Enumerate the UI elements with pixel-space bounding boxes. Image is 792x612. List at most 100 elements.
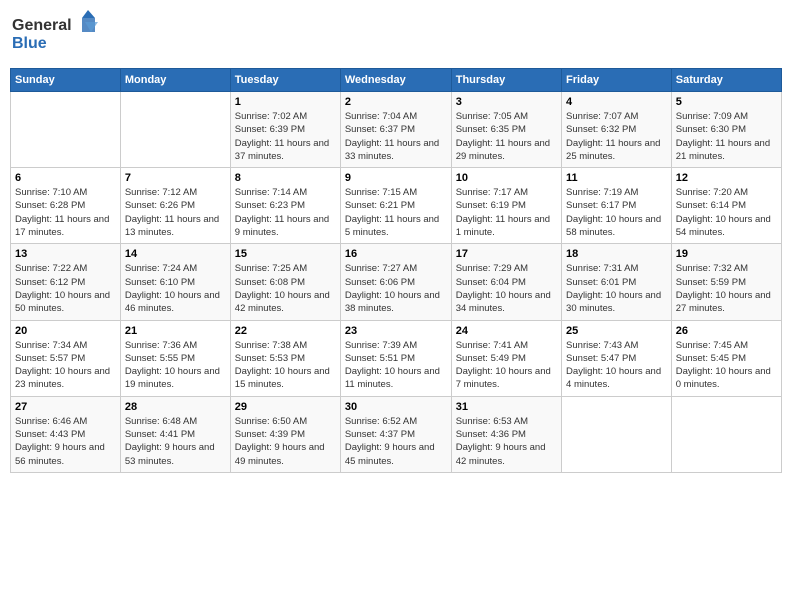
day-number: 12 bbox=[676, 172, 777, 184]
cell-week2-day4: 10 Sunrise: 7:17 AM Sunset: 6:19 PM Dayli… bbox=[451, 168, 561, 244]
day-number: 21 bbox=[125, 325, 226, 337]
day-number: 18 bbox=[566, 248, 667, 260]
day-info: Sunrise: 6:48 AM Sunset: 4:41 PM Dayligh… bbox=[125, 415, 226, 468]
day-info: Sunrise: 6:46 AM Sunset: 4:43 PM Dayligh… bbox=[15, 415, 116, 468]
cell-week4-day6: 26 Sunrise: 7:45 AM Sunset: 5:45 PM Dayli… bbox=[671, 320, 781, 396]
day-number: 14 bbox=[125, 248, 226, 260]
week-row-3: 13 Sunrise: 7:22 AM Sunset: 6:12 PM Dayli… bbox=[11, 244, 782, 320]
cell-week2-day5: 11 Sunrise: 7:19 AM Sunset: 6:17 PM Dayli… bbox=[562, 168, 672, 244]
day-info: Sunrise: 7:20 AM Sunset: 6:14 PM Dayligh… bbox=[676, 186, 777, 239]
day-number: 23 bbox=[345, 325, 447, 337]
day-info: Sunrise: 7:17 AM Sunset: 6:19 PM Dayligh… bbox=[456, 186, 557, 239]
day-number: 24 bbox=[456, 325, 557, 337]
cell-week4-day5: 25 Sunrise: 7:43 AM Sunset: 5:47 PM Dayli… bbox=[562, 320, 672, 396]
day-number: 11 bbox=[566, 172, 667, 184]
header-friday: Friday bbox=[562, 69, 672, 92]
day-number: 29 bbox=[235, 401, 336, 413]
cell-week1-day3: 2Sunrise: 7:04 AM Sunset: 6:37 PM Daylig… bbox=[340, 92, 451, 168]
cell-week4-day3: 23Sunrise: 7:39 AM Sunset: 5:51 PM Dayli… bbox=[340, 320, 451, 396]
day-number: 10 bbox=[456, 172, 557, 184]
day-info: Sunrise: 7:22 AM Sunset: 6:12 PM Dayligh… bbox=[15, 262, 116, 315]
day-info: Sunrise: 7:43 AM Sunset: 5:47 PM Dayligh… bbox=[566, 339, 667, 392]
day-info: Sunrise: 7:29 AM Sunset: 6:04 PM Dayligh… bbox=[456, 262, 557, 315]
calendar-table: SundayMondayTuesdayWednesdayThursdayFrid… bbox=[10, 68, 782, 473]
day-info: Sunrise: 6:50 AM Sunset: 4:39 PM Dayligh… bbox=[235, 415, 336, 468]
cell-week3-day2: 15 Sunrise: 7:25 AM Sunset: 6:08 PM Dayli… bbox=[230, 244, 340, 320]
cell-week5-day3: 30 Sunrise: 6:52 AM Sunset: 4:37 PM Dayli… bbox=[340, 396, 451, 472]
cell-week5-day5 bbox=[562, 396, 672, 472]
header-monday: Monday bbox=[120, 69, 230, 92]
day-number: 9 bbox=[345, 172, 447, 184]
day-number: 28 bbox=[125, 401, 226, 413]
day-info: Sunrise: 7:38 AM Sunset: 5:53 PM Dayligh… bbox=[235, 339, 336, 392]
header-sunday: Sunday bbox=[11, 69, 121, 92]
day-number: 4 bbox=[566, 96, 667, 108]
day-info: Sunrise: 7:02 AM Sunset: 6:39 PM Dayligh… bbox=[235, 110, 336, 163]
cell-week5-day2: 29 Sunrise: 6:50 AM Sunset: 4:39 PM Dayli… bbox=[230, 396, 340, 472]
day-number: 27 bbox=[15, 401, 116, 413]
cell-week5-day0: 27 Sunrise: 6:46 AM Sunset: 4:43 PM Dayli… bbox=[11, 396, 121, 472]
cell-week2-day0: 6Sunrise: 7:10 AM Sunset: 6:28 PM Daylig… bbox=[11, 168, 121, 244]
cell-week3-day0: 13 Sunrise: 7:22 AM Sunset: 6:12 PM Dayli… bbox=[11, 244, 121, 320]
day-info: Sunrise: 7:24 AM Sunset: 6:10 PM Dayligh… bbox=[125, 262, 226, 315]
day-info: Sunrise: 7:32 AM Sunset: 5:59 PM Dayligh… bbox=[676, 262, 777, 315]
day-number: 1 bbox=[235, 96, 336, 108]
day-info: Sunrise: 7:25 AM Sunset: 6:08 PM Dayligh… bbox=[235, 262, 336, 315]
cell-week1-day0 bbox=[11, 92, 121, 168]
day-number: 30 bbox=[345, 401, 447, 413]
cell-week5-day1: 28 Sunrise: 6:48 AM Sunset: 4:41 PM Dayli… bbox=[120, 396, 230, 472]
day-info: Sunrise: 6:52 AM Sunset: 4:37 PM Dayligh… bbox=[345, 415, 447, 468]
day-number: 5 bbox=[676, 96, 777, 108]
day-info: Sunrise: 7:14 AM Sunset: 6:23 PM Dayligh… bbox=[235, 186, 336, 239]
day-info: Sunrise: 7:15 AM Sunset: 6:21 PM Dayligh… bbox=[345, 186, 447, 239]
cell-week1-day1 bbox=[120, 92, 230, 168]
day-info: Sunrise: 7:41 AM Sunset: 5:49 PM Dayligh… bbox=[456, 339, 557, 392]
cell-week1-day2: 1 Sunrise: 7:02 AM Sunset: 6:39 PM Daylig… bbox=[230, 92, 340, 168]
cell-week1-day6: 5 Sunrise: 7:09 AM Sunset: 6:30 PM Daylig… bbox=[671, 92, 781, 168]
day-number: 25 bbox=[566, 325, 667, 337]
day-number: 16 bbox=[345, 248, 447, 260]
cell-week5-day4: 31Sunrise: 6:53 AM Sunset: 4:36 PM Dayli… bbox=[451, 396, 561, 472]
day-number: 7 bbox=[125, 172, 226, 184]
day-number: 20 bbox=[15, 325, 116, 337]
cell-week4-day2: 22 Sunrise: 7:38 AM Sunset: 5:53 PM Dayli… bbox=[230, 320, 340, 396]
day-info: Sunrise: 7:05 AM Sunset: 6:35 PM Dayligh… bbox=[456, 110, 557, 163]
day-info: Sunrise: 7:12 AM Sunset: 6:26 PM Dayligh… bbox=[125, 186, 226, 239]
cell-week3-day4: 17 Sunrise: 7:29 AM Sunset: 6:04 PM Dayli… bbox=[451, 244, 561, 320]
cell-week2-day6: 12 Sunrise: 7:20 AM Sunset: 6:14 PM Dayli… bbox=[671, 168, 781, 244]
day-number: 22 bbox=[235, 325, 336, 337]
cell-week2-day3: 9 Sunrise: 7:15 AM Sunset: 6:21 PM Daylig… bbox=[340, 168, 451, 244]
day-number: 15 bbox=[235, 248, 336, 260]
cell-week3-day1: 14 Sunrise: 7:24 AM Sunset: 6:10 PM Dayli… bbox=[120, 244, 230, 320]
day-number: 2 bbox=[345, 96, 447, 108]
day-number: 8 bbox=[235, 172, 336, 184]
day-number: 26 bbox=[676, 325, 777, 337]
day-info: Sunrise: 7:19 AM Sunset: 6:17 PM Dayligh… bbox=[566, 186, 667, 239]
day-number: 17 bbox=[456, 248, 557, 260]
week-row-5: 27 Sunrise: 6:46 AM Sunset: 4:43 PM Dayli… bbox=[11, 396, 782, 472]
cell-week3-day5: 18Sunrise: 7:31 AM Sunset: 6:01 PM Dayli… bbox=[562, 244, 672, 320]
cell-week3-day3: 16 Sunrise: 7:27 AM Sunset: 6:06 PM Dayli… bbox=[340, 244, 451, 320]
week-row-2: 6Sunrise: 7:10 AM Sunset: 6:28 PM Daylig… bbox=[11, 168, 782, 244]
logo-text: General Blue bbox=[10, 10, 100, 60]
day-info: Sunrise: 7:10 AM Sunset: 6:28 PM Dayligh… bbox=[15, 186, 116, 239]
cell-week3-day6: 19 Sunrise: 7:32 AM Sunset: 5:59 PM Dayli… bbox=[671, 244, 781, 320]
day-info: Sunrise: 7:45 AM Sunset: 5:45 PM Dayligh… bbox=[676, 339, 777, 392]
day-number: 13 bbox=[15, 248, 116, 260]
day-number: 19 bbox=[676, 248, 777, 260]
week-row-1: 1 Sunrise: 7:02 AM Sunset: 6:39 PM Daylig… bbox=[11, 92, 782, 168]
header-tuesday: Tuesday bbox=[230, 69, 340, 92]
page-header: General Blue bbox=[10, 10, 782, 60]
day-info: Sunrise: 7:27 AM Sunset: 6:06 PM Dayligh… bbox=[345, 262, 447, 315]
day-number: 31 bbox=[456, 401, 557, 413]
svg-text:General: General bbox=[12, 17, 72, 34]
header-thursday: Thursday bbox=[451, 69, 561, 92]
cell-week5-day6 bbox=[671, 396, 781, 472]
calendar-header-row: SundayMondayTuesdayWednesdayThursdayFrid… bbox=[11, 69, 782, 92]
day-info: Sunrise: 7:34 AM Sunset: 5:57 PM Dayligh… bbox=[15, 339, 116, 392]
cell-week1-day4: 3 Sunrise: 7:05 AM Sunset: 6:35 PM Daylig… bbox=[451, 92, 561, 168]
svg-text:Blue: Blue bbox=[12, 35, 47, 52]
cell-week1-day5: 4Sunrise: 7:07 AM Sunset: 6:32 PM Daylig… bbox=[562, 92, 672, 168]
day-info: Sunrise: 7:09 AM Sunset: 6:30 PM Dayligh… bbox=[676, 110, 777, 163]
day-number: 3 bbox=[456, 96, 557, 108]
